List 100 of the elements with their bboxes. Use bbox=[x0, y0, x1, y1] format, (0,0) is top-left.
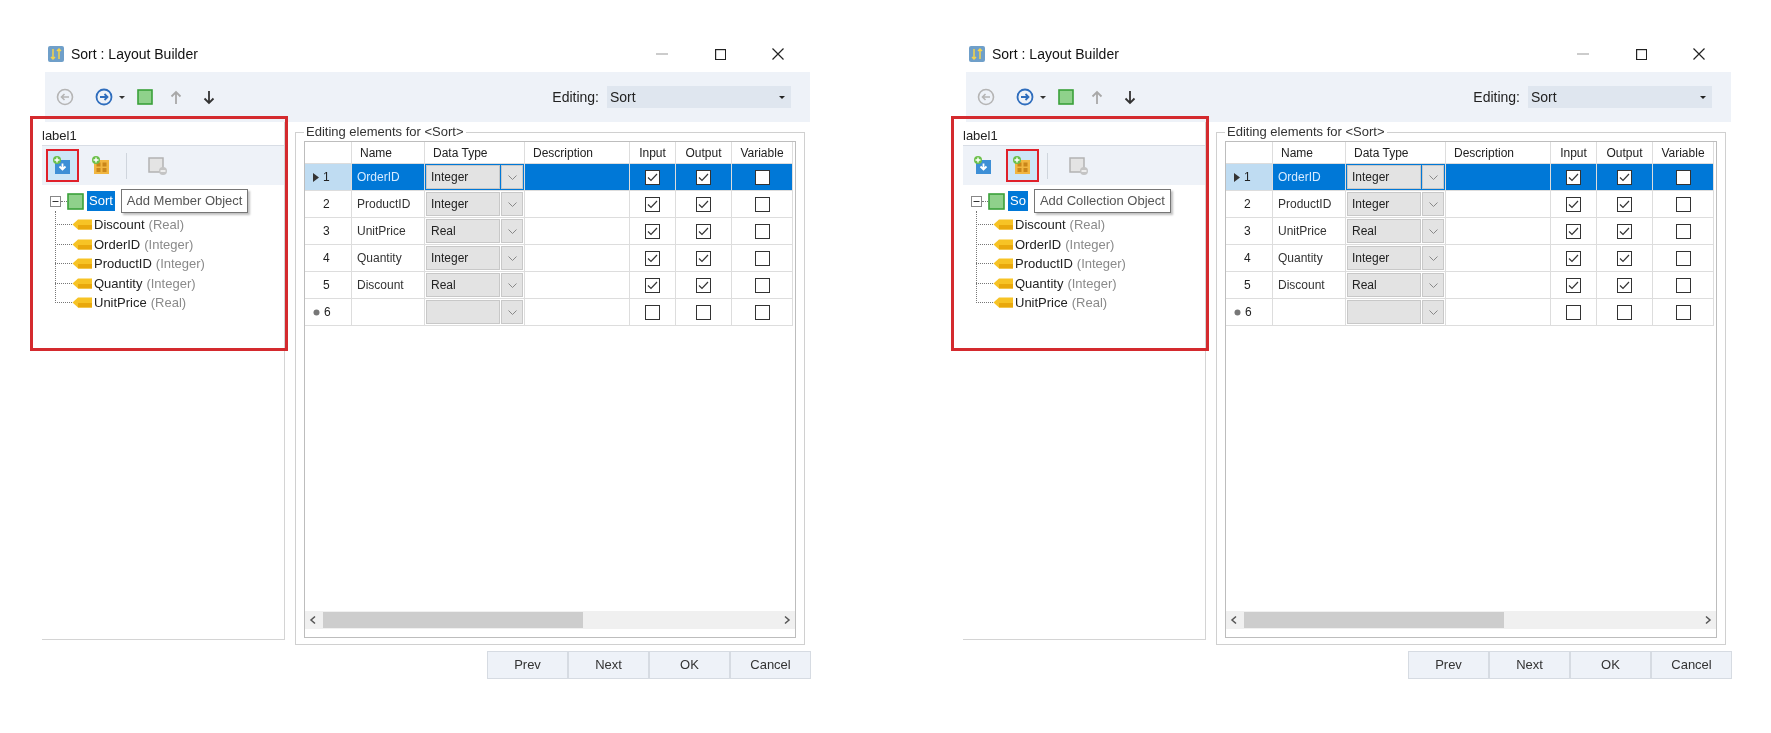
dialog-button[interactable]: OK bbox=[649, 651, 730, 679]
row-header[interactable]: 3 bbox=[1226, 218, 1273, 245]
add-member-button[interactable] bbox=[46, 149, 79, 182]
name-cell[interactable]: UnitPrice bbox=[352, 218, 425, 245]
description-cell[interactable] bbox=[525, 191, 630, 218]
checkbox[interactable] bbox=[696, 196, 711, 212]
checkbox[interactable] bbox=[696, 250, 711, 266]
checkbox[interactable] bbox=[1617, 169, 1632, 185]
add-collection-button[interactable] bbox=[1006, 149, 1039, 182]
description-cell[interactable] bbox=[525, 218, 630, 245]
row-header[interactable]: 3 bbox=[305, 218, 352, 245]
description-cell[interactable] bbox=[1446, 272, 1551, 299]
name-cell[interactable]: ProductID bbox=[352, 191, 425, 218]
dropdown-button[interactable] bbox=[119, 95, 125, 99]
row-header[interactable]: 4 bbox=[1226, 245, 1273, 272]
type-dropdown[interactable]: Integer bbox=[1346, 164, 1446, 191]
tree-item[interactable]: OrderID bbox=[94, 234, 141, 254]
name-cell[interactable] bbox=[352, 299, 425, 326]
description-cell[interactable] bbox=[525, 245, 630, 272]
checkbox[interactable] bbox=[1617, 196, 1632, 212]
row-header[interactable]: 6 bbox=[1226, 299, 1273, 326]
checkbox[interactable] bbox=[1675, 250, 1691, 266]
checkbox[interactable] bbox=[754, 304, 770, 320]
description-cell[interactable] bbox=[1446, 164, 1551, 191]
checkbox[interactable] bbox=[696, 169, 711, 185]
tree-item[interactable]: Discount bbox=[1015, 215, 1066, 235]
name-cell[interactable]: ProductID bbox=[1273, 191, 1346, 218]
checkbox[interactable] bbox=[1566, 223, 1581, 239]
type-dropdown[interactable]: Integer bbox=[1346, 191, 1446, 218]
description-cell[interactable] bbox=[1446, 191, 1551, 218]
row-header[interactable]: 1 bbox=[305, 164, 352, 191]
editing-dropdown[interactable]: Sort bbox=[1528, 86, 1712, 108]
checkbox[interactable] bbox=[1675, 277, 1691, 293]
name-cell[interactable] bbox=[1273, 299, 1346, 326]
name-cell[interactable]: OrderID bbox=[1273, 164, 1346, 191]
type-dropdown[interactable]: Integer bbox=[425, 164, 525, 191]
checkbox[interactable] bbox=[645, 250, 660, 266]
tree-item[interactable]: ProductID bbox=[1015, 254, 1073, 274]
checkbox[interactable] bbox=[1675, 169, 1691, 185]
name-cell[interactable]: Quantity bbox=[1273, 245, 1346, 272]
dialog-button[interactable]: Next bbox=[568, 651, 649, 679]
type-dropdown[interactable]: Integer bbox=[425, 245, 525, 272]
checkbox[interactable] bbox=[1617, 223, 1632, 239]
checkbox[interactable] bbox=[754, 223, 770, 239]
description-cell[interactable] bbox=[1446, 299, 1551, 326]
checkbox[interactable] bbox=[645, 277, 660, 293]
type-dropdown[interactable]: Real bbox=[1346, 272, 1446, 299]
checkbox[interactable] bbox=[1566, 277, 1581, 293]
type-dropdown[interactable]: Real bbox=[425, 218, 525, 245]
tree-item[interactable]: OrderID bbox=[1015, 234, 1062, 254]
checkbox[interactable] bbox=[1566, 196, 1581, 212]
checkbox[interactable] bbox=[754, 169, 770, 185]
description-cell[interactable] bbox=[1446, 245, 1551, 272]
dialog-button[interactable]: Cancel bbox=[730, 651, 811, 679]
checkbox[interactable] bbox=[754, 250, 770, 266]
dialog-button[interactable]: Prev bbox=[487, 651, 568, 679]
name-cell[interactable]: Discount bbox=[1273, 272, 1346, 299]
row-header[interactable]: 6 bbox=[305, 299, 352, 326]
checkbox[interactable] bbox=[1617, 250, 1632, 266]
type-dropdown[interactable]: Real bbox=[1346, 218, 1446, 245]
dialog-button[interactable]: Prev bbox=[1408, 651, 1489, 679]
forward-arrow-button[interactable] bbox=[1016, 88, 1034, 106]
type-dropdown[interactable]: Integer bbox=[1346, 245, 1446, 272]
tree-item[interactable]: UnitPrice bbox=[1015, 293, 1068, 313]
tree-item[interactable]: ProductID bbox=[94, 254, 152, 274]
description-cell[interactable] bbox=[1446, 218, 1551, 245]
description-cell[interactable] bbox=[525, 299, 630, 326]
dialog-button[interactable]: Cancel bbox=[1651, 651, 1732, 679]
down-arrow-button[interactable] bbox=[203, 89, 215, 105]
checkbox[interactable] bbox=[754, 277, 770, 293]
checkbox[interactable] bbox=[1675, 304, 1691, 320]
tree-item[interactable]: So bbox=[1008, 191, 1028, 211]
checkbox[interactable] bbox=[696, 277, 711, 293]
dialog-button[interactable]: Next bbox=[1489, 651, 1570, 679]
scrollbar-thumb[interactable] bbox=[1244, 612, 1504, 628]
row-header[interactable]: 5 bbox=[305, 272, 352, 299]
type-dropdown[interactable]: Integer bbox=[425, 191, 525, 218]
collapse-icon[interactable] bbox=[50, 195, 61, 207]
dropdown-button[interactable] bbox=[1040, 95, 1046, 99]
row-header[interactable]: 1 bbox=[1226, 164, 1273, 191]
checkbox[interactable] bbox=[1566, 169, 1581, 185]
horizontal-scrollbar[interactable] bbox=[1226, 611, 1716, 629]
collapse-icon[interactable] bbox=[971, 195, 982, 207]
checkbox[interactable] bbox=[645, 223, 660, 239]
checkbox[interactable] bbox=[645, 304, 660, 320]
type-dropdown[interactable]: Real bbox=[425, 272, 525, 299]
dialog-button[interactable]: OK bbox=[1570, 651, 1651, 679]
checkbox[interactable] bbox=[696, 304, 711, 320]
tree-item[interactable]: Quantity bbox=[1015, 273, 1064, 293]
description-cell[interactable] bbox=[525, 164, 630, 191]
checkbox[interactable] bbox=[1617, 277, 1632, 293]
tree-item[interactable]: Quantity bbox=[94, 273, 143, 293]
checkbox[interactable] bbox=[1675, 196, 1691, 212]
row-header[interactable]: 2 bbox=[305, 191, 352, 218]
checkbox[interactable] bbox=[696, 223, 711, 239]
checkbox[interactable] bbox=[1617, 304, 1632, 320]
tree-item[interactable]: UnitPrice bbox=[94, 293, 147, 313]
checkbox[interactable] bbox=[645, 169, 660, 185]
name-cell[interactable]: Quantity bbox=[352, 245, 425, 272]
checkbox[interactable] bbox=[1566, 304, 1581, 320]
